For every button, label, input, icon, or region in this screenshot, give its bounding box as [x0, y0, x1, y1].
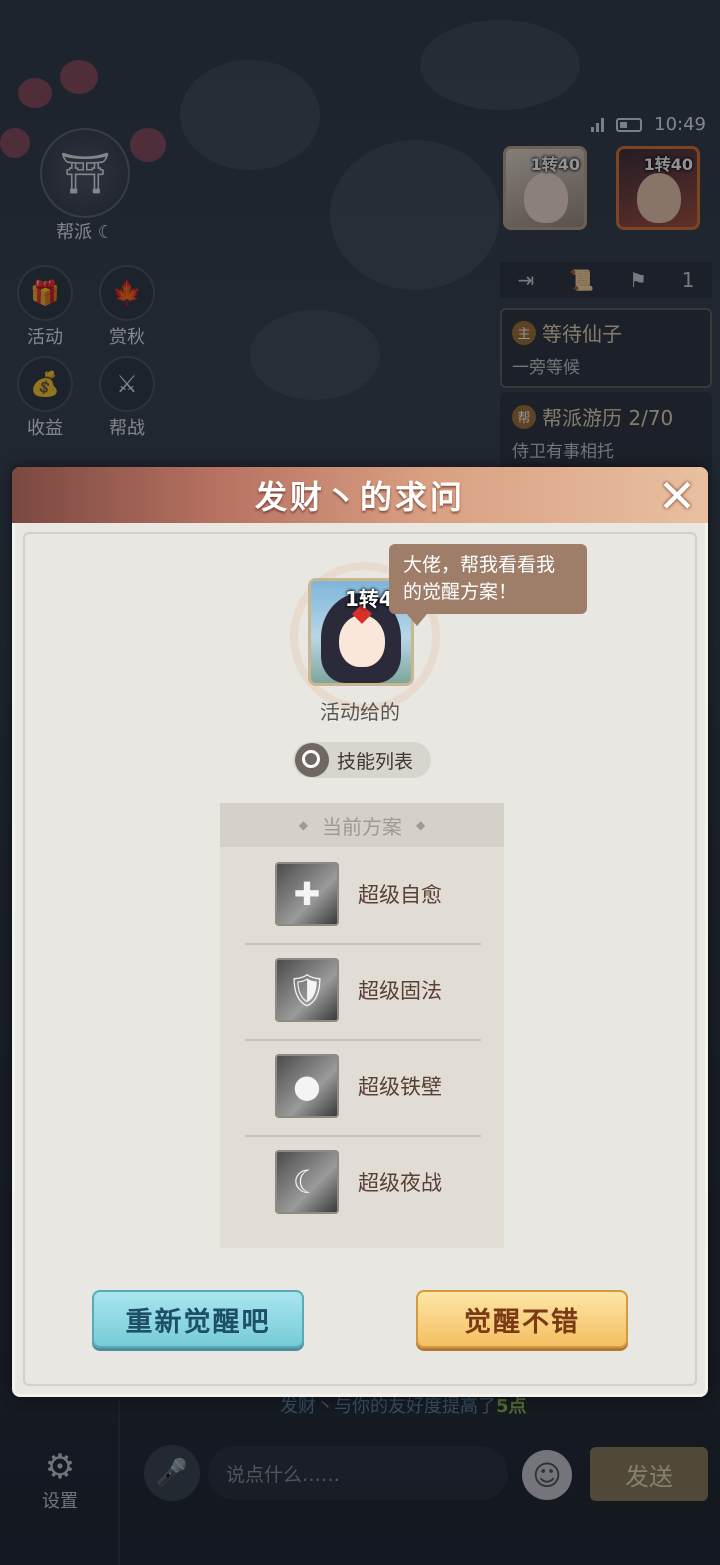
skill-row[interactable]: ✚ 超级自愈 [220, 847, 504, 941]
skill-name: 超级固法 [358, 979, 442, 1003]
awakening-inquiry-dialog: 发财丶的求问 ✕ 1转40 活动给的 大佬，帮我看看我的觉醒方案！ 技能列表 ◆… [12, 467, 708, 1397]
skill-row[interactable]: 🛡 超级固法 [220, 943, 504, 1037]
dialog-title: 发财丶的求问 [254, 478, 465, 516]
iron-wall-icon: ● [275, 1054, 339, 1118]
pet-name: 活动给的 [320, 700, 400, 724]
fire-shield-icon: 🛡 [275, 958, 339, 1022]
skill-name: 超级夜战 [358, 1171, 442, 1195]
plan-header: ◆ 当前方案 ◆ [220, 803, 504, 847]
speech-bubble: 大佬，帮我看看我的觉醒方案！ [389, 544, 587, 626]
dialog-header: 发财丶的求问 ✕ [12, 467, 708, 523]
current-plan-panel: ◆ 当前方案 ◆ ✚ 超级自愈 🛡 超级固法 ● 超级铁壁 ☾ 超级夜战 [220, 803, 504, 1248]
heal-cross-icon: ✚ [275, 862, 339, 926]
moon-icon: ☾ [275, 1150, 339, 1214]
reawaken-button[interactable]: 重新觉醒吧 [92, 1290, 304, 1348]
skill-row[interactable]: ☾ 超级夜战 [220, 1135, 504, 1229]
search-icon [295, 743, 329, 777]
skill-list-button[interactable]: 技能列表 [293, 742, 431, 778]
skill-row[interactable]: ● 超级铁壁 [220, 1039, 504, 1133]
skill-name: 超级自愈 [358, 883, 442, 907]
diamond-icon: ◆ [416, 818, 426, 832]
close-icon: ✕ [657, 469, 697, 523]
skill-list-label: 技能列表 [337, 750, 414, 773]
awakening-good-button[interactable]: 觉醒不错 [416, 1290, 628, 1348]
plan-title: 当前方案 [322, 814, 402, 839]
skill-name: 超级铁壁 [358, 1075, 442, 1099]
close-button[interactable]: ✕ [652, 469, 702, 523]
diamond-icon: ◆ [298, 818, 308, 832]
